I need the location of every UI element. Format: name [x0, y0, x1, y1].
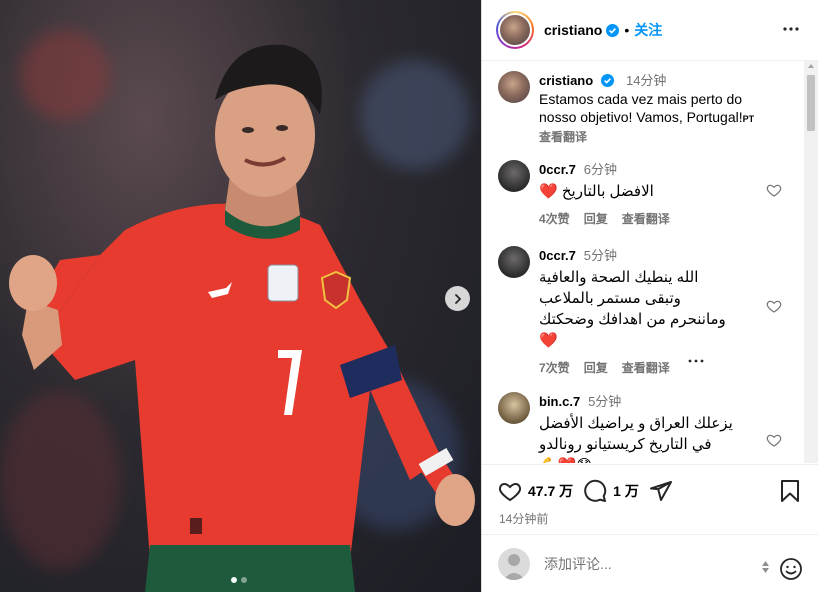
- comments-feed[interactable]: cristiano 14分钟 Estamos cada vez mais per…: [482, 61, 818, 463]
- follow-button[interactable]: 关注: [634, 20, 662, 40]
- comment-text-line: وماننحرم من اهدافك وضحكتك: [539, 311, 726, 328]
- commenter-avatar[interactable]: [498, 246, 530, 278]
- comment-username[interactable]: 0ccr.7: [539, 248, 576, 263]
- comment-text-line: في التاريخ كريستيانو رونالدو: [539, 436, 712, 453]
- likes-count[interactable]: 47.7 万: [528, 481, 573, 501]
- commenter-avatar[interactable]: [498, 392, 530, 424]
- comment-text-line: وتبقى مستمر بالملاعب: [539, 290, 681, 307]
- comment-likes-count[interactable]: 4次赞: [539, 210, 570, 228]
- post-actions: 47.7 万 1 万 14分钟前: [482, 464, 818, 534]
- reply-link[interactable]: 回复: [584, 359, 608, 377]
- current-user-avatar: [498, 547, 530, 580]
- caption-translate-link[interactable]: 查看翻译: [539, 128, 587, 146]
- separator-dot: •: [624, 22, 630, 38]
- caption-avatar[interactable]: [498, 71, 530, 103]
- commenter-avatar[interactable]: [498, 160, 530, 192]
- comment-bubble-icon[interactable]: [583, 479, 607, 503]
- heart-emoji: ❤️: [539, 183, 558, 200]
- carousel-indicator: [231, 577, 247, 583]
- comment-time: 5分钟: [588, 394, 622, 409]
- emoji-line: 😞❤️💪: [539, 455, 759, 463]
- chevron-right-icon: [454, 293, 461, 304]
- language-tag: PT: [742, 114, 755, 124]
- post-photo[interactable]: [0, 0, 481, 592]
- comment-item: 0ccr.7 6分钟 الافضل بالتاريخ ❤️ 4次赞 回复 查看翻…: [498, 160, 798, 228]
- author-username[interactable]: cristiano: [544, 22, 602, 38]
- author-story-ring[interactable]: [496, 11, 534, 49]
- posted-time: 14分钟前: [499, 512, 549, 526]
- caption-time: 14分钟: [625, 73, 667, 88]
- caption-username[interactable]: cristiano: [539, 73, 593, 88]
- bookmark-icon[interactable]: [779, 479, 801, 503]
- verified-badge-icon: [606, 23, 620, 37]
- add-comment-input[interactable]: [544, 555, 744, 572]
- scrollbar-thumb[interactable]: [807, 75, 815, 131]
- arrow-down-icon[interactable]: [762, 568, 769, 573]
- like-comment-heart-icon[interactable]: [766, 298, 782, 314]
- comment-time: 5分钟: [583, 248, 617, 263]
- comment-username[interactable]: 0ccr.7: [539, 162, 576, 177]
- like-comment-heart-icon[interactable]: [766, 182, 782, 198]
- more-options-icon[interactable]: [782, 20, 800, 38]
- post-header: cristiano • 关注: [482, 0, 818, 61]
- verified-badge-icon: [601, 74, 615, 87]
- post-panel: cristiano • 关注 cristiano 14分钟 Estamos ca…: [481, 0, 818, 592]
- default-user-icon: [503, 553, 525, 580]
- emoji-picker-icon[interactable]: [779, 557, 803, 581]
- comment-text-line: الله ينطيك الصحة والعافية: [539, 269, 699, 286]
- translate-link[interactable]: 查看翻译: [622, 210, 670, 228]
- carousel-dot-active: [231, 577, 237, 583]
- reply-link[interactable]: 回复: [584, 210, 608, 228]
- like-heart-icon[interactable]: [498, 479, 522, 503]
- comment-likes-count[interactable]: 7次赞: [539, 359, 570, 377]
- comment-item: 0ccr.7 5分钟 الله ينطيك الصحة والعافية وتب…: [498, 246, 798, 377]
- scroll-up-arrow-icon[interactable]: [808, 64, 814, 68]
- heart-emoji: ❤️: [539, 332, 558, 349]
- comment-text: الافضل بالتاريخ: [561, 183, 654, 200]
- comment-options-icon[interactable]: [688, 359, 704, 363]
- player-illustration: [9, 44, 475, 592]
- comments-count[interactable]: 1 万: [613, 481, 639, 501]
- caption: cristiano 14分钟 Estamos cada vez mais per…: [498, 71, 798, 146]
- comments-scrollbar[interactable]: [804, 61, 818, 463]
- comment-item: bin.c.7 5分钟 يزعلك العراق و يراضيك الأفضل…: [498, 392, 798, 463]
- comment-time: 6分钟: [583, 162, 617, 177]
- arrow-up-icon[interactable]: [762, 561, 769, 566]
- translate-link[interactable]: 查看翻译: [622, 359, 670, 377]
- share-send-icon[interactable]: [649, 479, 673, 503]
- like-comment-heart-icon[interactable]: [766, 432, 782, 448]
- carousel-dot: [241, 577, 247, 583]
- input-spin-arrows[interactable]: [762, 561, 769, 573]
- caption-text: Estamos cada vez mais perto do nosso obj…: [539, 91, 743, 125]
- next-image-button[interactable]: [445, 286, 470, 311]
- comment-composer: [482, 534, 818, 592]
- author-avatar: [498, 13, 532, 47]
- comment-username[interactable]: bin.c.7: [539, 394, 580, 409]
- comment-text-line: يزعلك العراق و يراضيك الأفضل: [539, 415, 733, 432]
